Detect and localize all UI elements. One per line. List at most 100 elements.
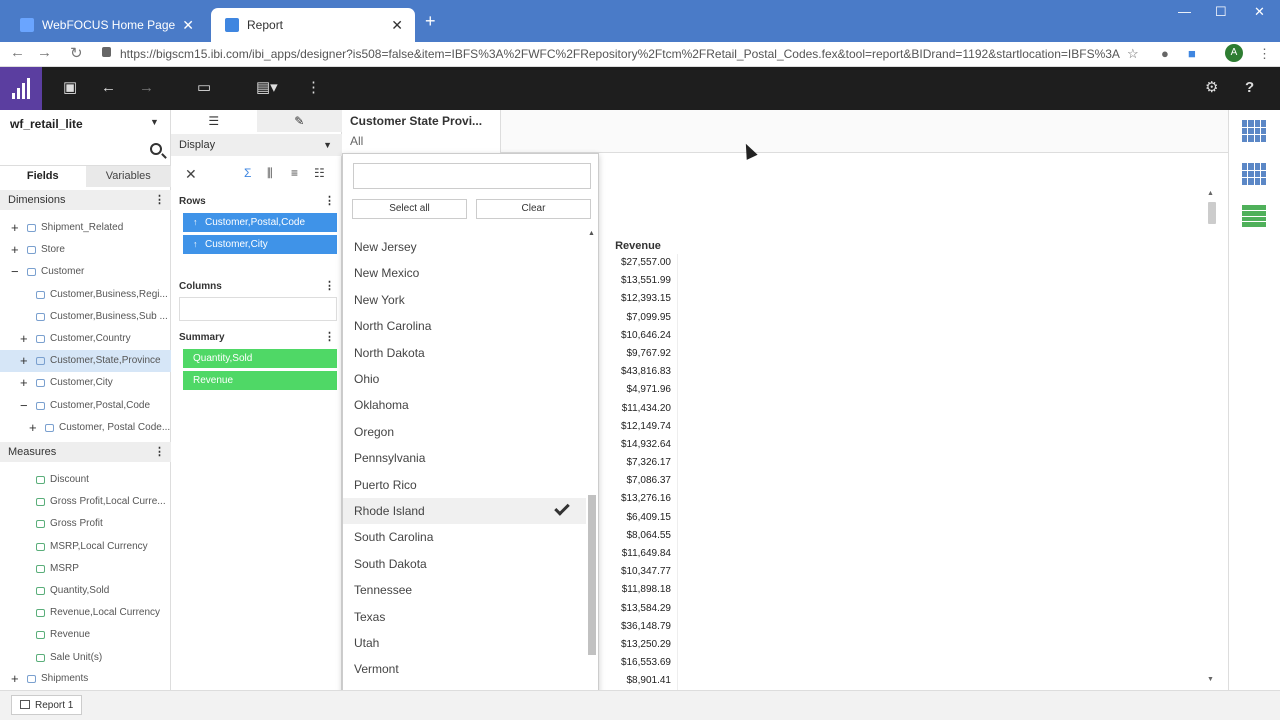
summary-field-pill[interactable]: Quantity,Sold <box>183 349 337 368</box>
dropdown-option[interactable]: Puerto Rico <box>343 472 586 498</box>
list-icon[interactable]: ≡ <box>291 166 298 180</box>
expand-icon[interactable]: + <box>11 217 19 239</box>
dropdown-option[interactable]: Pennsylvania <box>343 445 586 471</box>
search-icon[interactable] <box>150 143 162 155</box>
tree-node[interactable]: MSRP <box>0 558 171 580</box>
dropdown-option[interactable]: New Jersey <box>343 234 586 260</box>
columns-dropzone[interactable] <box>179 297 337 321</box>
tab-format-brush-icon[interactable]: ✎ <box>256 110 342 132</box>
tree-node[interactable]: − Customer <box>0 261 171 283</box>
collapse-icon[interactable]: − <box>20 395 28 417</box>
tree-node[interactable]: + Customer,City <box>0 372 171 394</box>
tree-node[interactable]: + Shipment_Related <box>0 217 171 239</box>
save-icon[interactable]: ▣ <box>63 78 77 98</box>
clear-button[interactable]: Clear <box>476 199 591 219</box>
dropdown-option[interactable]: North Carolina <box>343 313 586 339</box>
redo-icon[interactable]: → <box>139 78 154 98</box>
report-tab[interactable]: Report 1 <box>11 695 83 715</box>
expand-icon[interactable]: + <box>29 417 37 439</box>
display-selector[interactable]: Display ▼ <box>171 134 342 156</box>
measures-menu-icon[interactable]: ⋮ <box>154 442 165 462</box>
numbered-list-icon[interactable]: ☷ <box>314 166 325 180</box>
tree-node[interactable]: + Shipments <box>0 668 171 690</box>
columns-icon[interactable]: ⫼ <box>267 166 273 181</box>
collapse-icon[interactable]: − <box>11 261 19 283</box>
chat-extension-icon[interactable]: ■ <box>1188 46 1196 61</box>
reload-icon[interactable]: ↻ <box>70 44 83 62</box>
tab-variables[interactable]: Variables <box>85 166 171 187</box>
tree-node[interactable]: Customer,Business,Regi... <box>0 284 171 306</box>
tree-node[interactable]: − Customer,Postal,Code <box>0 395 171 417</box>
forward-icon[interactable]: → <box>37 44 52 61</box>
bookmark-star-icon[interactable]: ☆ <box>1127 46 1139 62</box>
profile-avatar[interactable]: A <box>1225 44 1243 62</box>
tree-node[interactable]: Quantity,Sold <box>0 580 171 602</box>
tab-query-icon[interactable]: ☰ <box>171 110 257 132</box>
filter-control[interactable]: Customer State Provi... All <box>342 110 501 153</box>
dimensions-menu-icon[interactable]: ⋮ <box>154 190 165 210</box>
scroll-up-icon[interactable]: ▲ <box>588 230 595 237</box>
tree-node[interactable]: + Store <box>0 239 171 261</box>
settings-icon[interactable]: ⚙ <box>1205 78 1218 98</box>
dropdown-option[interactable]: Utah <box>343 630 586 656</box>
tree-node[interactable]: Customer,Business,Sub ... <box>0 306 171 328</box>
summary-menu-icon[interactable]: ⋮ <box>324 330 335 343</box>
clear-icon[interactable]: ✕ <box>185 166 197 183</box>
close-tab-icon[interactable]: ✕ <box>182 17 194 34</box>
crosstab-grid-icon[interactable] <box>1242 163 1266 185</box>
extension-icon[interactable]: ● <box>1161 46 1169 61</box>
back-icon[interactable]: ← <box>10 44 25 61</box>
close-window-icon[interactable]: ✕ <box>1254 4 1265 20</box>
rows-field-pill[interactable]: ↑ Customer,City <box>183 235 337 254</box>
more-icon[interactable]: ⋮ <box>306 78 321 98</box>
chevron-down-icon[interactable]: ▼ <box>150 117 159 127</box>
tree-node[interactable]: MSRP,Local Currency <box>0 536 171 558</box>
browser-menu-icon[interactable]: ⋮ <box>1258 46 1271 62</box>
tree-node[interactable]: + Customer,Country <box>0 328 171 350</box>
minimize-icon[interactable]: — <box>1178 4 1191 19</box>
tree-node[interactable]: + Customer,State,Province <box>0 350 171 373</box>
expand-icon[interactable]: + <box>11 239 19 261</box>
expand-icon[interactable]: + <box>20 350 28 372</box>
tree-node[interactable]: Gross Profit,Local Curre... <box>0 491 171 513</box>
close-tab-icon[interactable]: ✕ <box>391 17 403 34</box>
dropdown-option[interactable]: New York <box>343 287 586 313</box>
summary-field-pill[interactable]: Revenue <box>183 371 337 390</box>
scroll-down-icon[interactable]: ▼ <box>1207 676 1214 683</box>
rows-field-pill[interactable]: ↑ Customer,Postal,Code <box>183 213 337 232</box>
dropdown-option[interactable]: Tennessee <box>343 577 586 603</box>
tree-node[interactable]: Sale Unit(s) <box>0 647 171 669</box>
dropdown-option[interactable]: Vermont <box>343 656 586 682</box>
report-scrollbar[interactable]: ▲ ▼ <box>1207 190 1217 683</box>
rows-menu-icon[interactable]: ⋮ <box>324 194 335 207</box>
tab-fields[interactable]: Fields <box>0 166 86 187</box>
tree-node[interactable]: Discount <box>0 469 171 491</box>
undo-icon[interactable]: ← <box>101 78 116 98</box>
dropdown-option[interactable]: Oklahoma <box>343 392 586 418</box>
datasource-name[interactable]: wf_retail_lite <box>10 117 83 131</box>
browser-tab-report[interactable]: Report ✕ <box>211 8 415 42</box>
tree-node[interactable]: Gross Profit <box>0 513 171 535</box>
dropdown-option[interactable]: Texas <box>343 604 586 630</box>
dropdown-search-input[interactable] <box>353 163 591 189</box>
dropdown-scrollbar[interactable]: ▲ ▼ <box>587 230 597 700</box>
new-tab-icon[interactable]: + <box>425 11 436 32</box>
scroll-thumb[interactable] <box>1208 202 1216 224</box>
dropdown-option[interactable]: South Carolina <box>343 524 586 550</box>
dropdown-option[interactable]: New Mexico <box>343 260 586 286</box>
maximize-icon[interactable]: ☐ <box>1215 4 1227 20</box>
sum-icon[interactable]: Σ <box>244 166 251 180</box>
tree-node[interactable]: Revenue <box>0 624 171 646</box>
help-icon[interactable]: ? <box>1245 78 1254 98</box>
dropdown-option[interactable]: Rhode Island <box>343 498 586 525</box>
scroll-thumb[interactable] <box>588 495 596 655</box>
dropdown-option[interactable]: North Dakota <box>343 340 586 366</box>
dropdown-option[interactable]: South Dakota <box>343 551 586 577</box>
expand-icon[interactable]: + <box>11 668 19 690</box>
dropdown-option[interactable]: Oregon <box>343 419 586 445</box>
field-search[interactable] <box>0 140 171 166</box>
columns-menu-icon[interactable]: ⋮ <box>324 279 335 292</box>
layout-icon[interactable]: ▭ <box>197 78 211 98</box>
list-report-icon[interactable] <box>1242 205 1266 227</box>
select-all-button[interactable]: Select all <box>352 199 467 219</box>
